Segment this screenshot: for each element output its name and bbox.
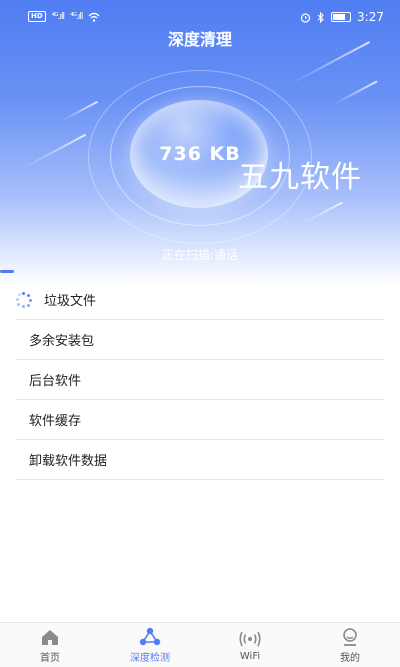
network-icon [139,627,161,645]
tab-profile[interactable]: 我的 [300,623,400,667]
light-streak [23,133,87,169]
signal-2: ⁴ᴳ.ıll [70,11,83,22]
light-streak [332,80,378,106]
tab-label: 我的 [340,652,360,664]
battery-icon [331,12,352,22]
wifi-icon [88,12,100,22]
clean-category-list: 垃圾文件 多余安装包 后台软件 软件缓存 卸载软件数据 [16,280,384,480]
tab-label: 首页 [40,652,60,664]
tab-label: 深度检测 [130,652,170,664]
list-item-junk-files[interactable]: 垃圾文件 [16,280,384,320]
wifi-signal-icon [239,631,261,646]
bottom-tab-bar: 首页 深度检测 WiFi 我的 [0,622,400,667]
bluetooth-icon [317,11,324,23]
list-item-label: 后台软件 [29,374,82,389]
list-item-background-apps[interactable]: 后台软件 [16,360,384,400]
scan-status: 正在扫描:通话 [161,248,239,262]
page-title: 深度清理 [167,30,232,49]
scan-progress-bar [0,270,14,273]
clock: 3:27 [357,10,384,24]
list-item-label: 垃圾文件 [44,294,97,309]
list-item-label: 软件缓存 [29,414,82,429]
tab-wifi[interactable]: WiFi [200,623,300,667]
spinner-icon [16,291,32,308]
list-item-app-cache[interactable]: 软件缓存 [16,400,384,440]
list-item-redundant-packages[interactable]: 多余安装包 [16,320,384,360]
signal-1: ⁴ᴳ.ıll [51,11,65,22]
watermark-text: 五九软件 [238,160,362,195]
home-icon [42,629,58,645]
list-item-label: 多余安装包 [29,334,95,349]
light-streak [61,100,99,122]
list-item-label: 卸载软件数据 [29,454,108,469]
hero-banner: HD ⁴ᴳ.ıll ⁴ᴳ.ıll 3:27 深度清理 736 KB 五九软件 正… [0,0,400,285]
light-streak [302,201,343,225]
tab-home[interactable]: 首页 [0,623,100,667]
hd-badge: HD [28,11,46,22]
tab-deep-scan[interactable]: 深度检测 [100,623,200,667]
alarm-icon [300,12,311,23]
user-icon [343,627,357,646]
list-item-uninstall-data[interactable]: 卸载软件数据 [16,440,384,480]
tab-label: WiFi [239,650,261,662]
